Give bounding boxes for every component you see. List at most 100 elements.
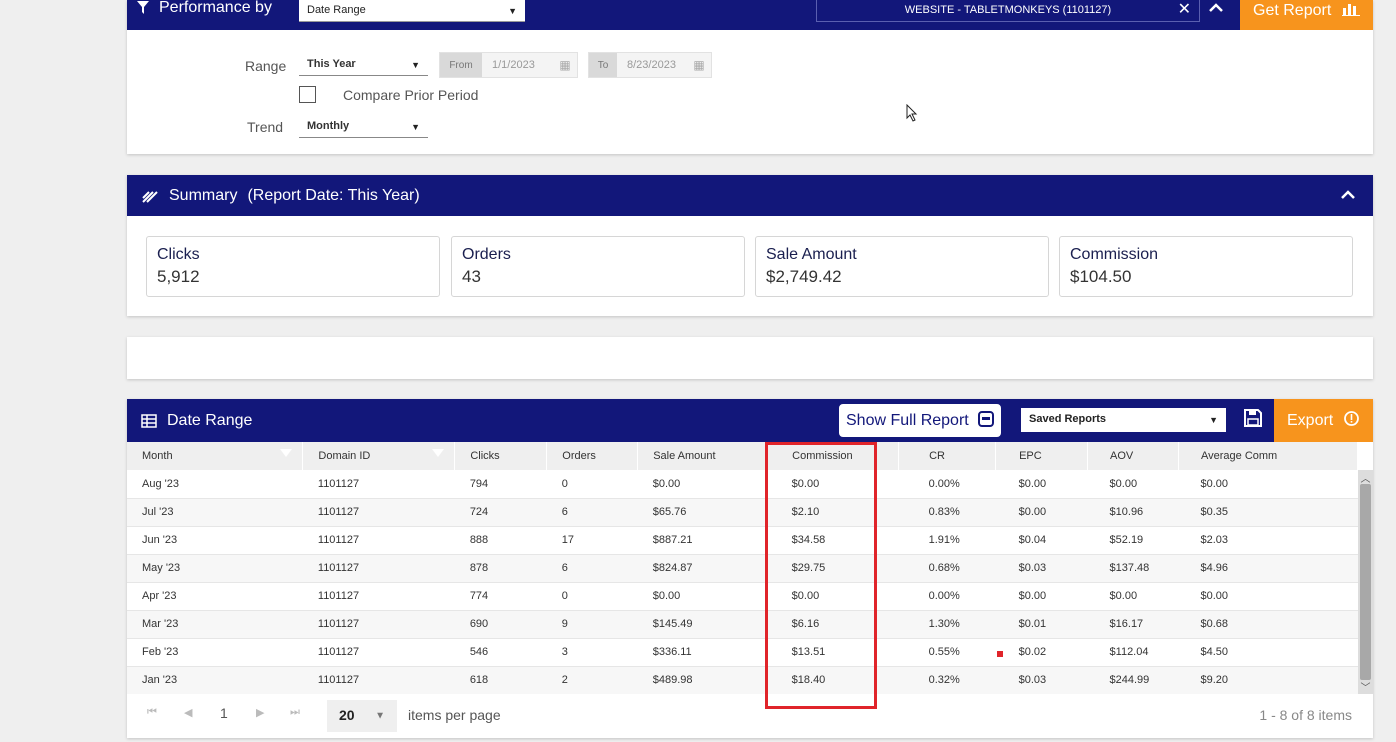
column-header-average-comm[interactable]: Average Comm bbox=[1178, 442, 1358, 470]
get-report-button[interactable]: Get Report bbox=[1240, 0, 1373, 30]
cell-cr: 0.55% bbox=[928, 646, 960, 658]
chevron-down-icon: ▼ bbox=[508, 5, 517, 16]
kpi-value: $2,749.42 bbox=[766, 267, 842, 286]
scroll-up-icon[interactable]: ︿ bbox=[1358, 470, 1373, 485]
previous-page-icon[interactable]: ◀ bbox=[184, 706, 192, 719]
table-row[interactable]: May '23 1101127 878 6 $824.87 $29.75 0.68% $0.0… bbox=[127, 554, 1358, 582]
trend-chart-header[interactable]: Trend Chart bbox=[127, 337, 1373, 379]
chevron-up-icon[interactable] bbox=[1209, 0, 1223, 18]
cell-cr: 0.32% bbox=[928, 674, 960, 686]
table-icon bbox=[141, 413, 157, 428]
cell-aov: $16.17 bbox=[1109, 618, 1144, 630]
first-page-icon[interactable]: ⏮ bbox=[147, 706, 157, 719]
table-body: Aug '23 1101127 794 0 $0.00 $0.00 0.00% $0.00 $0… bbox=[127, 470, 1358, 694]
table-row[interactable]: Jun '23 1101127 888 17 $887.21 $34.58 1.91% $0.… bbox=[127, 526, 1358, 554]
last-page-icon[interactable]: ⏭ bbox=[290, 706, 300, 719]
cell-domain-id: 1101127 bbox=[317, 506, 360, 518]
cell-clicks: 546 bbox=[469, 646, 489, 658]
cell-orders: 2 bbox=[561, 674, 568, 686]
saved-reports-value: Saved Reports bbox=[1029, 413, 1107, 425]
cell-month: Jun '23 bbox=[142, 534, 178, 546]
report-table: Month Domain ID Clicks Orders Sale Amoun… bbox=[127, 442, 1358, 695]
website-chip-label: WEBSITE - TABLETMONKEYS (1101127) bbox=[904, 4, 1112, 16]
cell-epc: $0.00 bbox=[1018, 506, 1047, 518]
next-page-icon[interactable]: ▶ bbox=[256, 706, 264, 719]
table-row[interactable]: Aug '23 1101127 794 0 $0.00 $0.00 0.00% $0.00 $0… bbox=[127, 470, 1358, 498]
cell-epc: $0.02 bbox=[1018, 646, 1047, 658]
column-header-month[interactable]: Month bbox=[127, 442, 304, 470]
cell-aov: $0.00 bbox=[1109, 590, 1138, 602]
table-row[interactable]: Mar '23 1101127 690 9 $145.49 $6.16 1.30% $0.01… bbox=[127, 610, 1358, 638]
summary-header[interactable]: Summary (Report Date: This Year) bbox=[127, 175, 1373, 216]
performance-by-select[interactable]: Date Range ▼ bbox=[299, 0, 525, 22]
items-per-page-label: items per page bbox=[408, 707, 501, 723]
page-number[interactable]: 1 bbox=[220, 705, 228, 721]
table-scrollbar[interactable]: ︿ ﹀ bbox=[1358, 470, 1373, 694]
cell-domain-id: 1101127 bbox=[317, 562, 360, 574]
from-date-field[interactable]: From 1/1/2023 ▦ bbox=[439, 52, 578, 78]
cell-orders: 3 bbox=[561, 646, 568, 658]
export-button[interactable]: Export bbox=[1274, 399, 1373, 442]
cell-sale-amount: $887.21 bbox=[652, 534, 693, 546]
range-select[interactable]: This Year ▼ bbox=[299, 54, 428, 76]
table-row[interactable]: Feb '23 1101127 546 3 $336.11 $13.51 0.55% $0.0… bbox=[127, 638, 1358, 666]
scrollbar-thumb[interactable] bbox=[1360, 484, 1371, 680]
filter-icon[interactable] bbox=[280, 449, 293, 457]
cell-aov: $10.96 bbox=[1109, 506, 1144, 518]
table-row[interactable]: Jul '23 1101127 724 6 $65.76 $2.10 0.83% $0.00 $… bbox=[127, 498, 1358, 526]
compare-prior-checkbox[interactable] bbox=[299, 86, 316, 103]
website-chip[interactable]: WEBSITE - TABLETMONKEYS (1101127) ✕ bbox=[816, 0, 1200, 22]
cell-sale-amount: $489.98 bbox=[652, 674, 693, 686]
filter-icon[interactable] bbox=[432, 449, 445, 457]
column-header-aov[interactable]: AOV bbox=[1087, 442, 1179, 470]
cell-clicks: 618 bbox=[469, 674, 489, 686]
column-header-label: Domain ID bbox=[318, 450, 371, 462]
column-header-cr[interactable]: CR bbox=[898, 442, 997, 470]
info-circle-icon bbox=[1343, 411, 1359, 426]
column-header-clicks[interactable]: Clicks bbox=[454, 442, 548, 470]
cell-sale-amount: $65.76 bbox=[652, 506, 687, 518]
chevron-up-icon[interactable] bbox=[1341, 175, 1355, 216]
report-table-panel: Date Range Show Full Report Saved Report… bbox=[127, 399, 1373, 738]
bar-chart-icon bbox=[1341, 4, 1360, 16]
calendar-icon[interactable]: ▦ bbox=[687, 58, 711, 72]
close-icon[interactable]: ✕ bbox=[1178, 0, 1191, 20]
pager: ⏮ ◀ 1 ▶ ⏭ 20 ▼ items per page 1 - 8 of 8… bbox=[127, 694, 1373, 738]
cell-average-comm: $4.96 bbox=[1200, 562, 1229, 574]
trend-select[interactable]: Monthly ▼ bbox=[299, 116, 428, 138]
saved-reports-select[interactable]: Saved Reports ▼ bbox=[1021, 408, 1226, 432]
cell-month: Mar '23 bbox=[142, 618, 179, 630]
cell-aov: $52.19 bbox=[1109, 534, 1144, 546]
column-header-sale-amount[interactable]: Sale Amount bbox=[637, 442, 767, 470]
cell-average-comm: $0.35 bbox=[1200, 506, 1229, 518]
export-label: Export bbox=[1287, 412, 1334, 429]
column-header-orders[interactable]: Orders bbox=[546, 442, 639, 470]
scroll-down-icon[interactable]: ﹀ bbox=[1358, 679, 1373, 694]
kpi-value: 5,912 bbox=[157, 267, 200, 286]
cell-average-comm: $9.20 bbox=[1200, 674, 1229, 686]
cell-month: Jan '23 bbox=[142, 674, 178, 686]
cell-month: Feb '23 bbox=[142, 646, 179, 658]
calendar-icon[interactable]: ▦ bbox=[553, 58, 577, 72]
trend-header-bar: Trend Chart bbox=[127, 337, 1373, 379]
cell-orders: 9 bbox=[561, 618, 568, 630]
column-header-domain-id[interactable]: Domain ID bbox=[302, 442, 456, 470]
cell-orders: 6 bbox=[561, 506, 568, 518]
cell-domain-id: 1101127 bbox=[317, 590, 360, 602]
show-full-report-button[interactable]: Show Full Report bbox=[839, 404, 1001, 437]
table-row[interactable]: Jan '23 1101127 618 2 $489.98 $18.40 0.32% $0.0… bbox=[127, 666, 1358, 694]
save-icon[interactable] bbox=[1244, 409, 1262, 432]
cell-orders: 6 bbox=[561, 562, 568, 574]
cell-epc: $0.00 bbox=[1018, 477, 1047, 490]
table-row[interactable]: Apr '23 1101127 774 0 $0.00 $0.00 0.00% $0.00 $0… bbox=[127, 582, 1358, 610]
cell-sale-amount: $145.49 bbox=[652, 618, 693, 630]
range-value: This Year bbox=[307, 58, 356, 70]
to-value: 8/23/2023 bbox=[627, 59, 676, 71]
cell-clicks: 878 bbox=[469, 562, 489, 574]
summary-panel: Summary (Report Date: This Year) Clicks … bbox=[127, 175, 1373, 316]
page-size-select[interactable]: 20 ▼ bbox=[327, 700, 397, 732]
to-date-field[interactable]: To 8/23/2023 ▦ bbox=[588, 52, 712, 78]
kpi-label: Orders bbox=[462, 246, 511, 263]
chevron-down-icon[interactable] bbox=[1341, 337, 1355, 379]
column-header-epc[interactable]: EPC bbox=[995, 442, 1089, 470]
